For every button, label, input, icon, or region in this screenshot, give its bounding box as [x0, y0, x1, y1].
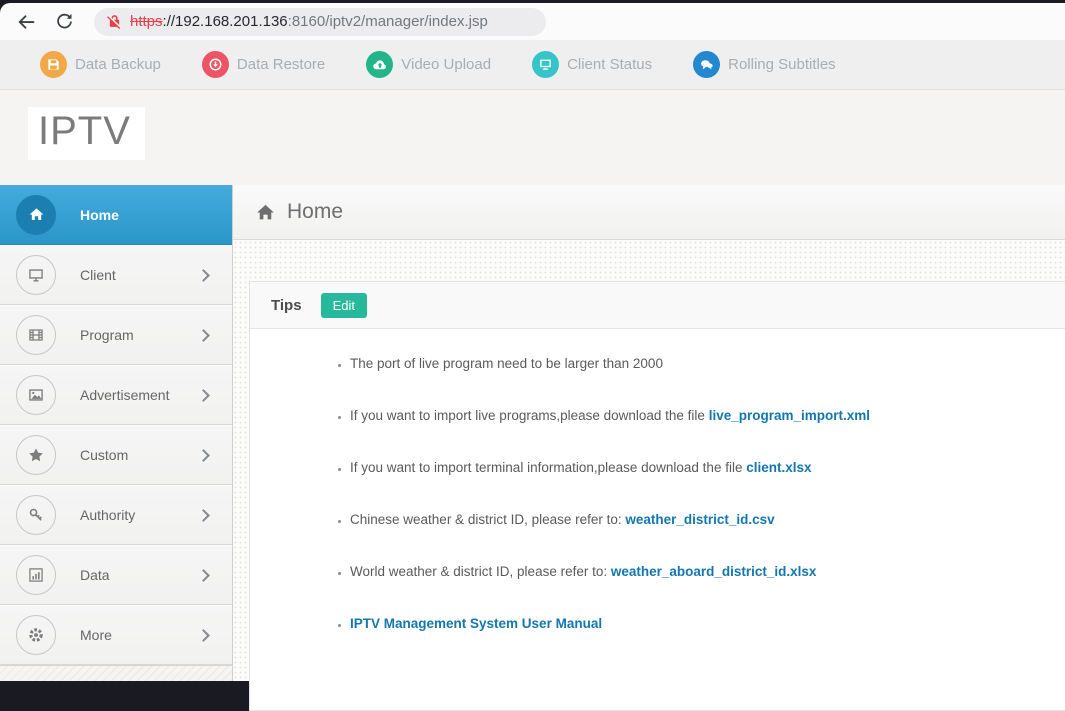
quick-toolbar: Data Backup Data Restore Video Upload Clien… — [0, 40, 1065, 90]
sidebar: Home Client Program Advertisement Custom Auth… — [0, 185, 233, 681]
tips-title: Tips — [271, 296, 302, 314]
tip-text: Chinese weather & district ID, please re… — [350, 512, 626, 527]
url-host: ://192.168.201.136 — [162, 13, 288, 30]
main-area: Home Client Program Advertisement Custom Auth… — [0, 185, 1065, 711]
sidebar-item-home[interactable]: Home — [0, 185, 232, 245]
tip-link[interactable]: IPTV Management System User Manual — [350, 616, 602, 631]
sidebar-item-custom[interactable]: Custom — [0, 425, 232, 485]
url-scheme: https — [130, 13, 163, 30]
sidebar-filler — [0, 665, 232, 681]
content-body: Tips Edit The port of live program need … — [233, 240, 1065, 711]
tip-link[interactable]: weather_district_id.csv — [625, 512, 774, 527]
tip-item: World weather & district ID, please refe… — [350, 564, 1065, 579]
star-icon — [16, 435, 56, 475]
tip-link[interactable]: weather_aboard_district_id.xlsx — [611, 564, 817, 579]
restore-icon — [201, 51, 229, 78]
tip-item: If you want to import live programs,plea… — [350, 408, 1065, 423]
sidebar-item-label: Home — [80, 206, 119, 223]
tip-text: The port of live program need to be larg… — [350, 356, 663, 371]
tip-link[interactable]: live_program_import.xml — [709, 408, 870, 423]
content-area: Home Tips Edit The port of live program … — [233, 185, 1065, 711]
browser-toolbar: https://192.168.201.136:8160/iptv2/manag… — [0, 3, 1065, 40]
film-icon — [16, 315, 56, 355]
sidebar-item-program[interactable]: Program — [0, 305, 232, 365]
sidebar-item-label: Data — [80, 567, 110, 583]
tips-panel: Tips Edit The port of live program need … — [249, 281, 1065, 711]
toolbar-item-data-backup[interactable]: Data Backup — [40, 51, 161, 78]
app-header: IPTV RequestsRoom ServicesCheckOut Reque… — [0, 90, 1065, 247]
refresh-icon[interactable] — [53, 11, 75, 33]
home-icon — [255, 202, 276, 223]
sidebar-item-client[interactable]: Client — [0, 245, 232, 305]
bar-chart-icon — [16, 555, 56, 595]
chevron-right-icon — [197, 448, 210, 462]
address-bar[interactable]: https://192.168.201.136:8160/iptv2/manag… — [94, 7, 546, 36]
toolbar-item-label: Client Status — [567, 56, 653, 73]
monitor-icon — [532, 51, 560, 78]
toolbar-item-video-upload[interactable]: Video Upload — [366, 51, 491, 78]
save-icon — [40, 51, 67, 78]
toolbar-item-client-status[interactable]: Client Status — [532, 51, 652, 78]
sidebar-item-label: Authority — [80, 507, 136, 523]
breadcrumb-label: Home — [287, 200, 344, 223]
tip-text: If you want to import terminal informati… — [350, 460, 747, 475]
chevron-right-icon — [197, 328, 210, 342]
sidebar-item-authority[interactable]: Authority — [0, 485, 232, 545]
client-icon — [16, 255, 56, 295]
sidebar-item-label: Program — [80, 327, 134, 343]
tips-panel-header: Tips Edit — [250, 282, 1065, 329]
key-icon — [16, 495, 56, 535]
chevron-right-icon — [197, 388, 210, 402]
app-logo-text: IPTV — [38, 109, 131, 153]
back-arrow-icon[interactable] — [15, 11, 37, 33]
chevron-right-icon — [197, 628, 210, 642]
sidebar-item-label: Advertisement — [80, 387, 170, 403]
tips-list: The port of live program need to be larg… — [250, 356, 1065, 631]
chat-icon — [693, 51, 721, 78]
insecure-icon[interactable] — [106, 13, 123, 30]
toolbar-item-data-restore[interactable]: Data Restore — [201, 51, 326, 78]
app-logo: IPTV — [28, 107, 145, 160]
url-text: https://192.168.201.136:8160/iptv2/manag… — [130, 13, 488, 30]
gear-icon — [16, 615, 56, 655]
tip-text: World weather & district ID, please refe… — [350, 564, 611, 579]
tip-link[interactable]: client.xlsx — [746, 460, 811, 475]
chevron-right-icon — [197, 508, 210, 522]
home-icon — [16, 194, 56, 235]
tip-text: If you want to import live programs,plea… — [350, 408, 709, 423]
toolbar-item-label: Rolling Subtitles — [728, 56, 836, 73]
sidebar-item-label: Client — [80, 267, 116, 283]
tip-item: The port of live program need to be larg… — [350, 356, 1065, 371]
chevron-right-icon — [197, 568, 210, 582]
chevron-right-icon — [197, 268, 210, 282]
toolbar-item-rolling-subtitles[interactable]: Rolling Subtitles — [693, 51, 836, 78]
tip-item: Chinese weather & district ID, please re… — [350, 512, 1065, 527]
sidebar-item-advertisement[interactable]: Advertisement — [0, 365, 232, 425]
cloud-upload-icon — [366, 51, 394, 78]
toolbar-item-label: Data Restore — [236, 56, 326, 73]
breadcrumb: Home — [233, 185, 1065, 240]
sidebar-item-label: More — [80, 627, 112, 643]
url-path: :8160/iptv2/manager/index.jsp — [287, 13, 488, 30]
tip-item: If you want to import terminal informati… — [350, 460, 1065, 475]
edit-button[interactable]: Edit — [320, 292, 367, 318]
tip-item: IPTV Management System User Manual — [350, 616, 1065, 631]
image-icon — [16, 375, 56, 415]
sidebar-item-more[interactable]: More — [0, 605, 232, 665]
toolbar-item-label: Video Upload — [401, 56, 492, 73]
sidebar-item-label: Custom — [80, 447, 129, 463]
toolbar-item-label: Data Backup — [75, 56, 161, 73]
sidebar-item-data[interactable]: Data — [0, 545, 232, 605]
